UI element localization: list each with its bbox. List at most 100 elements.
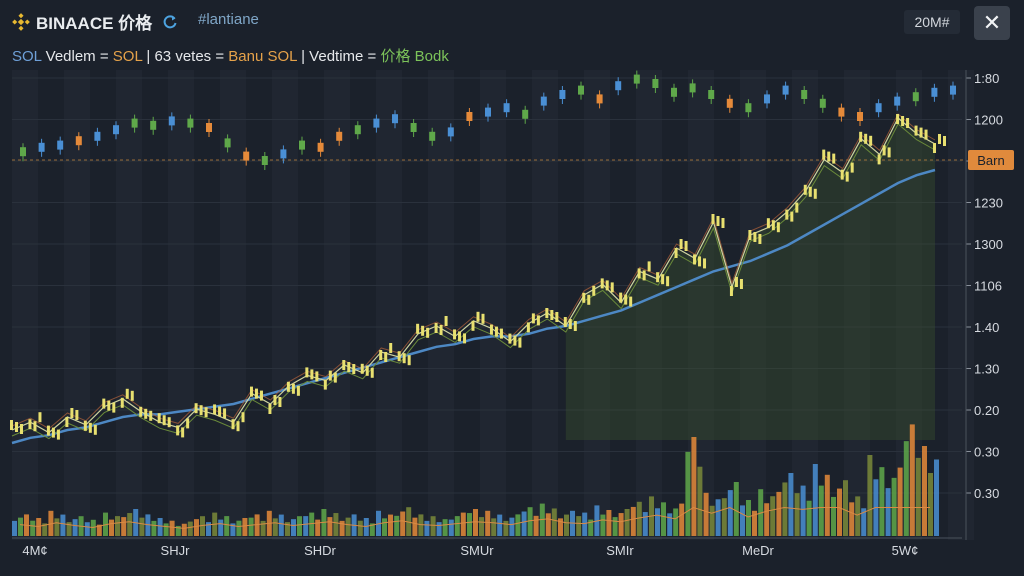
- volume-bar: [388, 514, 393, 536]
- upper-candle: [838, 107, 845, 117]
- grid-column: [12, 70, 38, 540]
- volume-bar: [855, 496, 861, 536]
- upper-candle: [596, 94, 603, 104]
- volume-bar: [673, 508, 679, 536]
- volume-bar: [127, 513, 133, 536]
- volume-bar: [576, 516, 582, 536]
- volume-bar: [151, 520, 157, 536]
- volume-bar: [357, 520, 363, 536]
- price-candle: [582, 292, 586, 303]
- price-candle: [112, 402, 116, 413]
- y-tick-label: 1230: [974, 196, 1003, 211]
- grid-column: [480, 70, 506, 540]
- volume-bar: [934, 459, 939, 536]
- price-candle: [568, 319, 572, 329]
- upper-candle: [392, 114, 398, 124]
- price-candle: [231, 419, 235, 430]
- price-candle: [887, 147, 891, 158]
- volume-bar: [30, 520, 36, 536]
- volume-bar: [90, 519, 96, 536]
- upper-candle: [875, 103, 882, 113]
- price-candle: [513, 335, 517, 346]
- price-candle: [70, 408, 74, 418]
- price-candle: [389, 343, 393, 353]
- price-candle: [426, 327, 430, 338]
- volume-bar: [60, 514, 66, 536]
- price-candle: [734, 277, 738, 287]
- price-candle: [162, 415, 166, 426]
- price-candle: [938, 134, 941, 144]
- upper-candle: [280, 149, 287, 159]
- upper-candle: [466, 112, 473, 121]
- volume-bar: [272, 518, 278, 536]
- upper-candle: [689, 83, 696, 93]
- volume-bar: [770, 496, 776, 536]
- volume-bar: [831, 496, 836, 536]
- price-chart[interactable]: 1:8012003.3001230130011061.401.300.200.3…: [0, 0, 1024, 576]
- price-candle: [803, 184, 807, 195]
- upper-candle: [652, 79, 659, 88]
- price-candle: [51, 427, 55, 438]
- volume-bar: [115, 516, 120, 536]
- volume-bar: [12, 520, 17, 536]
- upper-candle: [615, 81, 622, 91]
- upper-candle: [578, 85, 584, 95]
- volume-bar: [679, 503, 685, 536]
- price-candle: [629, 296, 633, 307]
- volume-bar: [655, 508, 660, 536]
- price-candle: [832, 153, 836, 164]
- volume-bar: [236, 520, 242, 536]
- price-candle: [526, 322, 530, 333]
- x-tick-label: SHJr: [161, 543, 191, 558]
- price-candle: [508, 333, 512, 344]
- price-candle: [278, 397, 282, 407]
- price-candle: [840, 169, 844, 180]
- price-candle: [107, 400, 111, 411]
- volume-bar: [928, 473, 933, 536]
- price-candle: [365, 365, 369, 376]
- volume-bar: [345, 517, 351, 536]
- price-candle: [845, 171, 849, 182]
- price-candle: [199, 405, 203, 416]
- volume-bar: [606, 509, 612, 536]
- x-tick-label: MeDr: [742, 543, 774, 558]
- price-candle: [88, 422, 92, 433]
- price-candle: [254, 388, 258, 399]
- volume-bar: [764, 503, 770, 536]
- price-candle: [494, 326, 498, 337]
- volume-bar: [521, 511, 527, 536]
- upper-candle: [299, 140, 305, 150]
- price-candle: [758, 234, 762, 244]
- volume-bar: [400, 511, 406, 536]
- y-tick-label: 0.30: [974, 486, 999, 501]
- price-candle: [776, 222, 780, 233]
- volume-bar: [515, 514, 521, 536]
- volume-bar: [72, 519, 78, 536]
- volume-bar: [424, 520, 430, 536]
- price-candle: [471, 320, 475, 331]
- price-candle: [194, 403, 198, 414]
- volume-bar: [909, 424, 915, 536]
- volume-bar: [618, 513, 624, 536]
- price-candle: [729, 286, 733, 296]
- price-candle: [259, 390, 263, 401]
- upper-candle: [187, 118, 194, 128]
- volume-bar: [667, 513, 673, 536]
- y-tick-label: 1106: [974, 279, 1002, 294]
- y-tick-label: 1200: [974, 113, 1003, 128]
- price-candle: [434, 323, 438, 333]
- volume-bar: [436, 522, 442, 536]
- price-candle: [305, 367, 309, 378]
- price-candle: [56, 429, 60, 440]
- price-candle: [315, 371, 319, 382]
- price-candle: [573, 321, 577, 331]
- price-candle: [347, 362, 351, 372]
- volume-bar: [703, 492, 709, 536]
- upper-candle: [243, 151, 250, 161]
- upper-candle: [261, 156, 268, 165]
- price-candle: [924, 129, 928, 140]
- price-candle: [790, 211, 794, 222]
- price-candle: [869, 135, 873, 146]
- upper-candle: [745, 103, 752, 113]
- upper-candle: [522, 109, 529, 119]
